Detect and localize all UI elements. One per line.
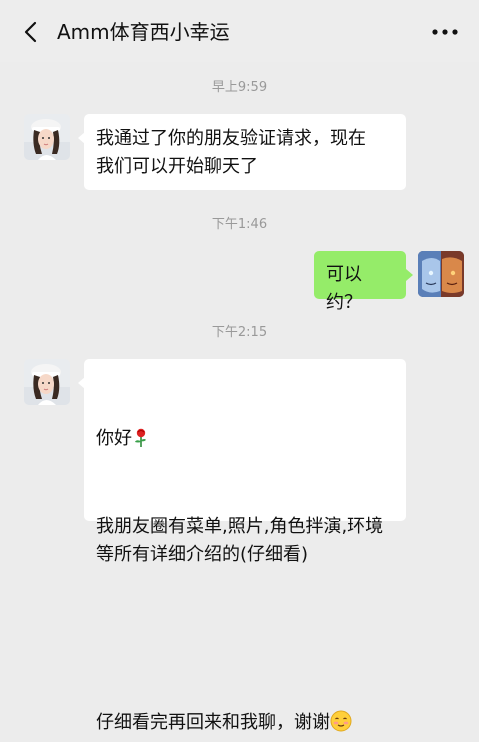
message-line: 你好 bbox=[96, 425, 394, 457]
message-text: 仔细看完再回来和我聊，谢谢 bbox=[96, 712, 330, 733]
my-avatar[interactable] bbox=[418, 251, 464, 297]
more-dots-icon[interactable] bbox=[429, 18, 461, 46]
timestamp: 下午2:15 bbox=[211, 325, 268, 340]
message-bubble-received[interactable]: 我通过了你的朋友验证请求，现在 我们可以开始聊天了 bbox=[84, 114, 406, 190]
chevron-left-icon[interactable] bbox=[18, 18, 46, 46]
blushing-face-icon bbox=[330, 710, 352, 741]
chat-screen: Amm体育西小幸运 早上9:59 我通过了你的朋友验证请求，现在 我们可以开始聊… bbox=[0, 0, 479, 742]
timestamp: 下午1:46 bbox=[211, 217, 268, 232]
chat-header: Amm体育西小幸运 bbox=[0, 0, 479, 62]
timestamp: 早上9:59 bbox=[211, 80, 268, 95]
message-body: 我朋友圈有菜单,照片,角色拌演,环境 等所有详细介绍的(仔细看) bbox=[96, 516, 384, 565]
contact-avatar[interactable] bbox=[24, 359, 70, 405]
chat-title: Amm体育西小幸运 bbox=[57, 20, 230, 44]
message-bubble-received[interactable]: 你好 我朋友圈有菜单,照片,角色拌演,环境 等所有详细介绍的(仔细看) 仔细看完… bbox=[84, 359, 406, 733]
message-line: 仔细看完再回来和我聊，谢谢 bbox=[96, 709, 394, 741]
contact-avatar[interactable] bbox=[24, 114, 70, 160]
message-text: 你好 bbox=[96, 428, 132, 449]
rose-icon bbox=[132, 428, 150, 457]
message-bubble-sent[interactable]: 可以约？ bbox=[314, 251, 406, 313]
bubble-tail bbox=[406, 269, 413, 281]
